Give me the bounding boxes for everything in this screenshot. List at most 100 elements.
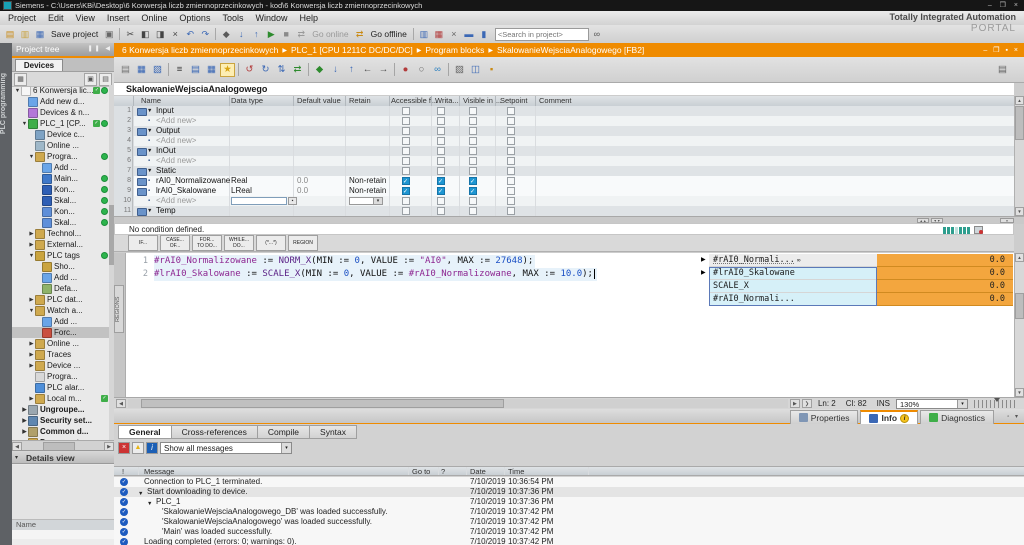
breadcrumb-6-konwersja-liczb-zmiennoprzec[interactable]: 6 Konwersja liczb zmiennoprzecinkowych [120, 45, 280, 55]
paste-icon[interactable]: ◨ [153, 28, 167, 41]
setpoint-checkbox[interactable] [507, 207, 515, 215]
setpoint-checkbox[interactable] [507, 167, 515, 175]
tree-filter-icon[interactable]: ▦ [14, 72, 27, 86]
set-breakpoint-icon[interactable]: ● [398, 63, 413, 77]
watch-value[interactable]: 0.0 [877, 267, 1013, 280]
save-project-icon[interactable]: ▦ [33, 28, 47, 41]
tree-item-sho[interactable]: Sho... [12, 261, 109, 272]
scroll-down-icon[interactable]: ▼ [1015, 207, 1024, 216]
collapse-arrow-icon[interactable]: ▶ [28, 231, 35, 237]
collapse-arrow-icon[interactable]: ▶ [28, 396, 35, 402]
menu-tools[interactable]: Tools [216, 13, 249, 23]
tree-item-device[interactable]: ▶ Device ... [12, 360, 109, 371]
tab-properties[interactable]: Properties [789, 410, 859, 424]
expand-arrow-icon[interactable]: ▼ [147, 166, 152, 176]
message-row[interactable]: ✓ 'Main' was loaded successfully. 7/10/201… [114, 527, 1024, 537]
add-line-icon[interactable]: ▧ [150, 63, 165, 77]
scroll-jump-icon[interactable]: ❯ [801, 399, 812, 408]
tree-item-security-set[interactable]: ▶ Security set... [12, 415, 109, 426]
setpoint-checkbox[interactable] [507, 107, 515, 115]
keep-actual-values-icon[interactable]: ▦ [204, 63, 219, 77]
writable-checkbox[interactable] [437, 117, 445, 125]
tree-item-skal[interactable]: Skal... [12, 195, 109, 206]
tree-item-add[interactable]: Add ... [12, 316, 109, 327]
upload-block-icon[interactable]: ↑ [344, 63, 359, 77]
tree-item-plc-1-cp[interactable]: ▼ PLC_1 [CP... ✓ [12, 118, 109, 129]
scrollbar-thumb[interactable] [1015, 293, 1024, 319]
default-value-cell[interactable]: 0.0 [297, 186, 308, 196]
menu-edit[interactable]: Edit [42, 13, 70, 23]
writable-checkbox[interactable] [437, 157, 445, 165]
collapse-arrow-icon[interactable]: ▶ [21, 407, 28, 413]
visible-checkbox[interactable] [469, 147, 477, 155]
rail-plc-programming[interactable]: PLC programming [0, 73, 12, 134]
tree-item-online[interactable]: ▶ Online ... [12, 338, 109, 349]
info-filter-icon[interactable]: i [146, 441, 158, 454]
tree-item-kon[interactable]: Kon... [12, 206, 109, 217]
data-type-browse-icon[interactable]: ▪ [288, 197, 297, 205]
watch-row-rai0-normali[interactable]: ▶ #rAI0_Normali... ∞ 0.0 [699, 254, 1013, 267]
print-preview-icon[interactable]: ▤ [118, 63, 133, 77]
setpoint-checkbox[interactable] [507, 157, 515, 165]
open-project-icon[interactable]: ▥ [18, 28, 32, 41]
data-type-cell[interactable]: Real [231, 176, 247, 186]
tree-item-local-m[interactable]: ▶ Local m... ✓ [12, 393, 109, 404]
tree-item-main[interactable]: Main... [12, 173, 109, 184]
tab-compile[interactable]: Compile [257, 425, 311, 439]
compile-icon[interactable]: ◆ [219, 28, 233, 41]
remove-breakpoint-icon[interactable]: ○ [414, 63, 429, 77]
writable-checkbox[interactable] [437, 137, 445, 145]
writable-checkbox[interactable] [437, 167, 445, 175]
retain-cell[interactable]: Non-retain [349, 176, 386, 186]
download-block-icon[interactable]: ↓ [328, 63, 343, 77]
expand-arrow-icon[interactable]: ▼ [28, 308, 35, 314]
interface-row-add-new[interactable]: 4 ▪ <Add new> [114, 136, 1014, 146]
interface-row-lrai0-skalowane[interactable]: 9 ▪ lrAI0_Skalowane LReal 0.0 Non-retain [114, 186, 1014, 197]
visible-checkbox[interactable] [469, 127, 477, 135]
tab-general[interactable]: General [118, 425, 172, 439]
watch-operand[interactable]: SCALE_X [709, 280, 877, 293]
snippet-button-item[interactable]: (*...*) [256, 235, 286, 251]
message-row[interactable]: ✓ Loading completed (errors: 0; warnings:… [114, 537, 1024, 545]
interface-row-rai0-normalizowane[interactable]: 8 ▪ rAI0_Normalizowane Real 0.0 Non-retain [114, 176, 1014, 187]
visible-checkbox[interactable] [469, 207, 477, 215]
setpoint-checkbox[interactable] [507, 177, 515, 185]
snippet-button-while-do[interactable]: WHILE... DO... [224, 235, 254, 251]
undo-icon[interactable]: ↶ [183, 28, 197, 41]
tree-item-kon[interactable]: Kon... [12, 184, 109, 195]
setpoint-checkbox[interactable] [507, 187, 515, 195]
collapse-arrow-icon[interactable]: ▶ [28, 352, 35, 358]
message-row[interactable]: ✓ 'SkalowanieWejsciaAnalogowego' was load… [114, 517, 1024, 527]
menu-project[interactable]: Project [2, 13, 42, 23]
accessible-devices-icon[interactable]: ▥ [417, 28, 431, 41]
setpoint-checkbox[interactable] [507, 127, 515, 135]
cut-icon[interactable]: ✂ [123, 28, 137, 41]
watch-row-rai0-normali[interactable]: #rAI0_Normali... 0.0 [699, 293, 1013, 306]
vertical-layout-icon[interactable]: ▮ [477, 28, 491, 41]
new-project-icon[interactable]: ▤ [3, 28, 17, 41]
tree-item-skal[interactable]: Skal... [12, 217, 109, 228]
tree-item-technol[interactable]: ▶ Technol... [12, 228, 109, 239]
scrollbar-thumb[interactable] [1015, 106, 1024, 140]
interface-row-add-new[interactable]: 10 ▪ <Add new> ▪ [114, 196, 1014, 206]
accessible-checkbox[interactable] [402, 137, 410, 145]
retain-dropdown[interactable] [349, 197, 383, 205]
code-horizontal-scrollbar[interactable] [128, 399, 788, 408]
tree-item-plc-tags[interactable]: ▼ PLC tags [12, 250, 109, 261]
message-row[interactable]: ✓ 'SkalowanieWejsciaAnalogowego_DB' was l… [114, 507, 1024, 517]
message-row[interactable]: ✓ Connection to PLC_1 terminated. 7/10/201… [114, 477, 1024, 487]
snippet-button-region[interactable]: REGION [288, 235, 318, 251]
collapse-arrow-icon[interactable]: ▶ [28, 363, 35, 369]
expand-all-icon[interactable]: ≡ [172, 63, 187, 77]
tab-syntax[interactable]: Syntax [310, 425, 358, 439]
expand-arrow-icon[interactable]: ▼ [21, 121, 28, 127]
accessible-checkbox[interactable] [402, 207, 410, 215]
default-value-cell[interactable]: 0.0 [297, 176, 308, 186]
compile-block-icon[interactable]: ◆ [312, 63, 327, 77]
go-to-previous-icon[interactable]: ← [360, 63, 375, 77]
writable-checkbox[interactable] [437, 197, 445, 205]
stop-cpu-icon[interactable]: ■ [279, 28, 293, 41]
accessible-checkbox[interactable] [402, 187, 410, 197]
scroll-up-icon[interactable]: ▲ [1015, 96, 1024, 105]
start-cpu-icon[interactable]: ▶ [264, 28, 278, 41]
